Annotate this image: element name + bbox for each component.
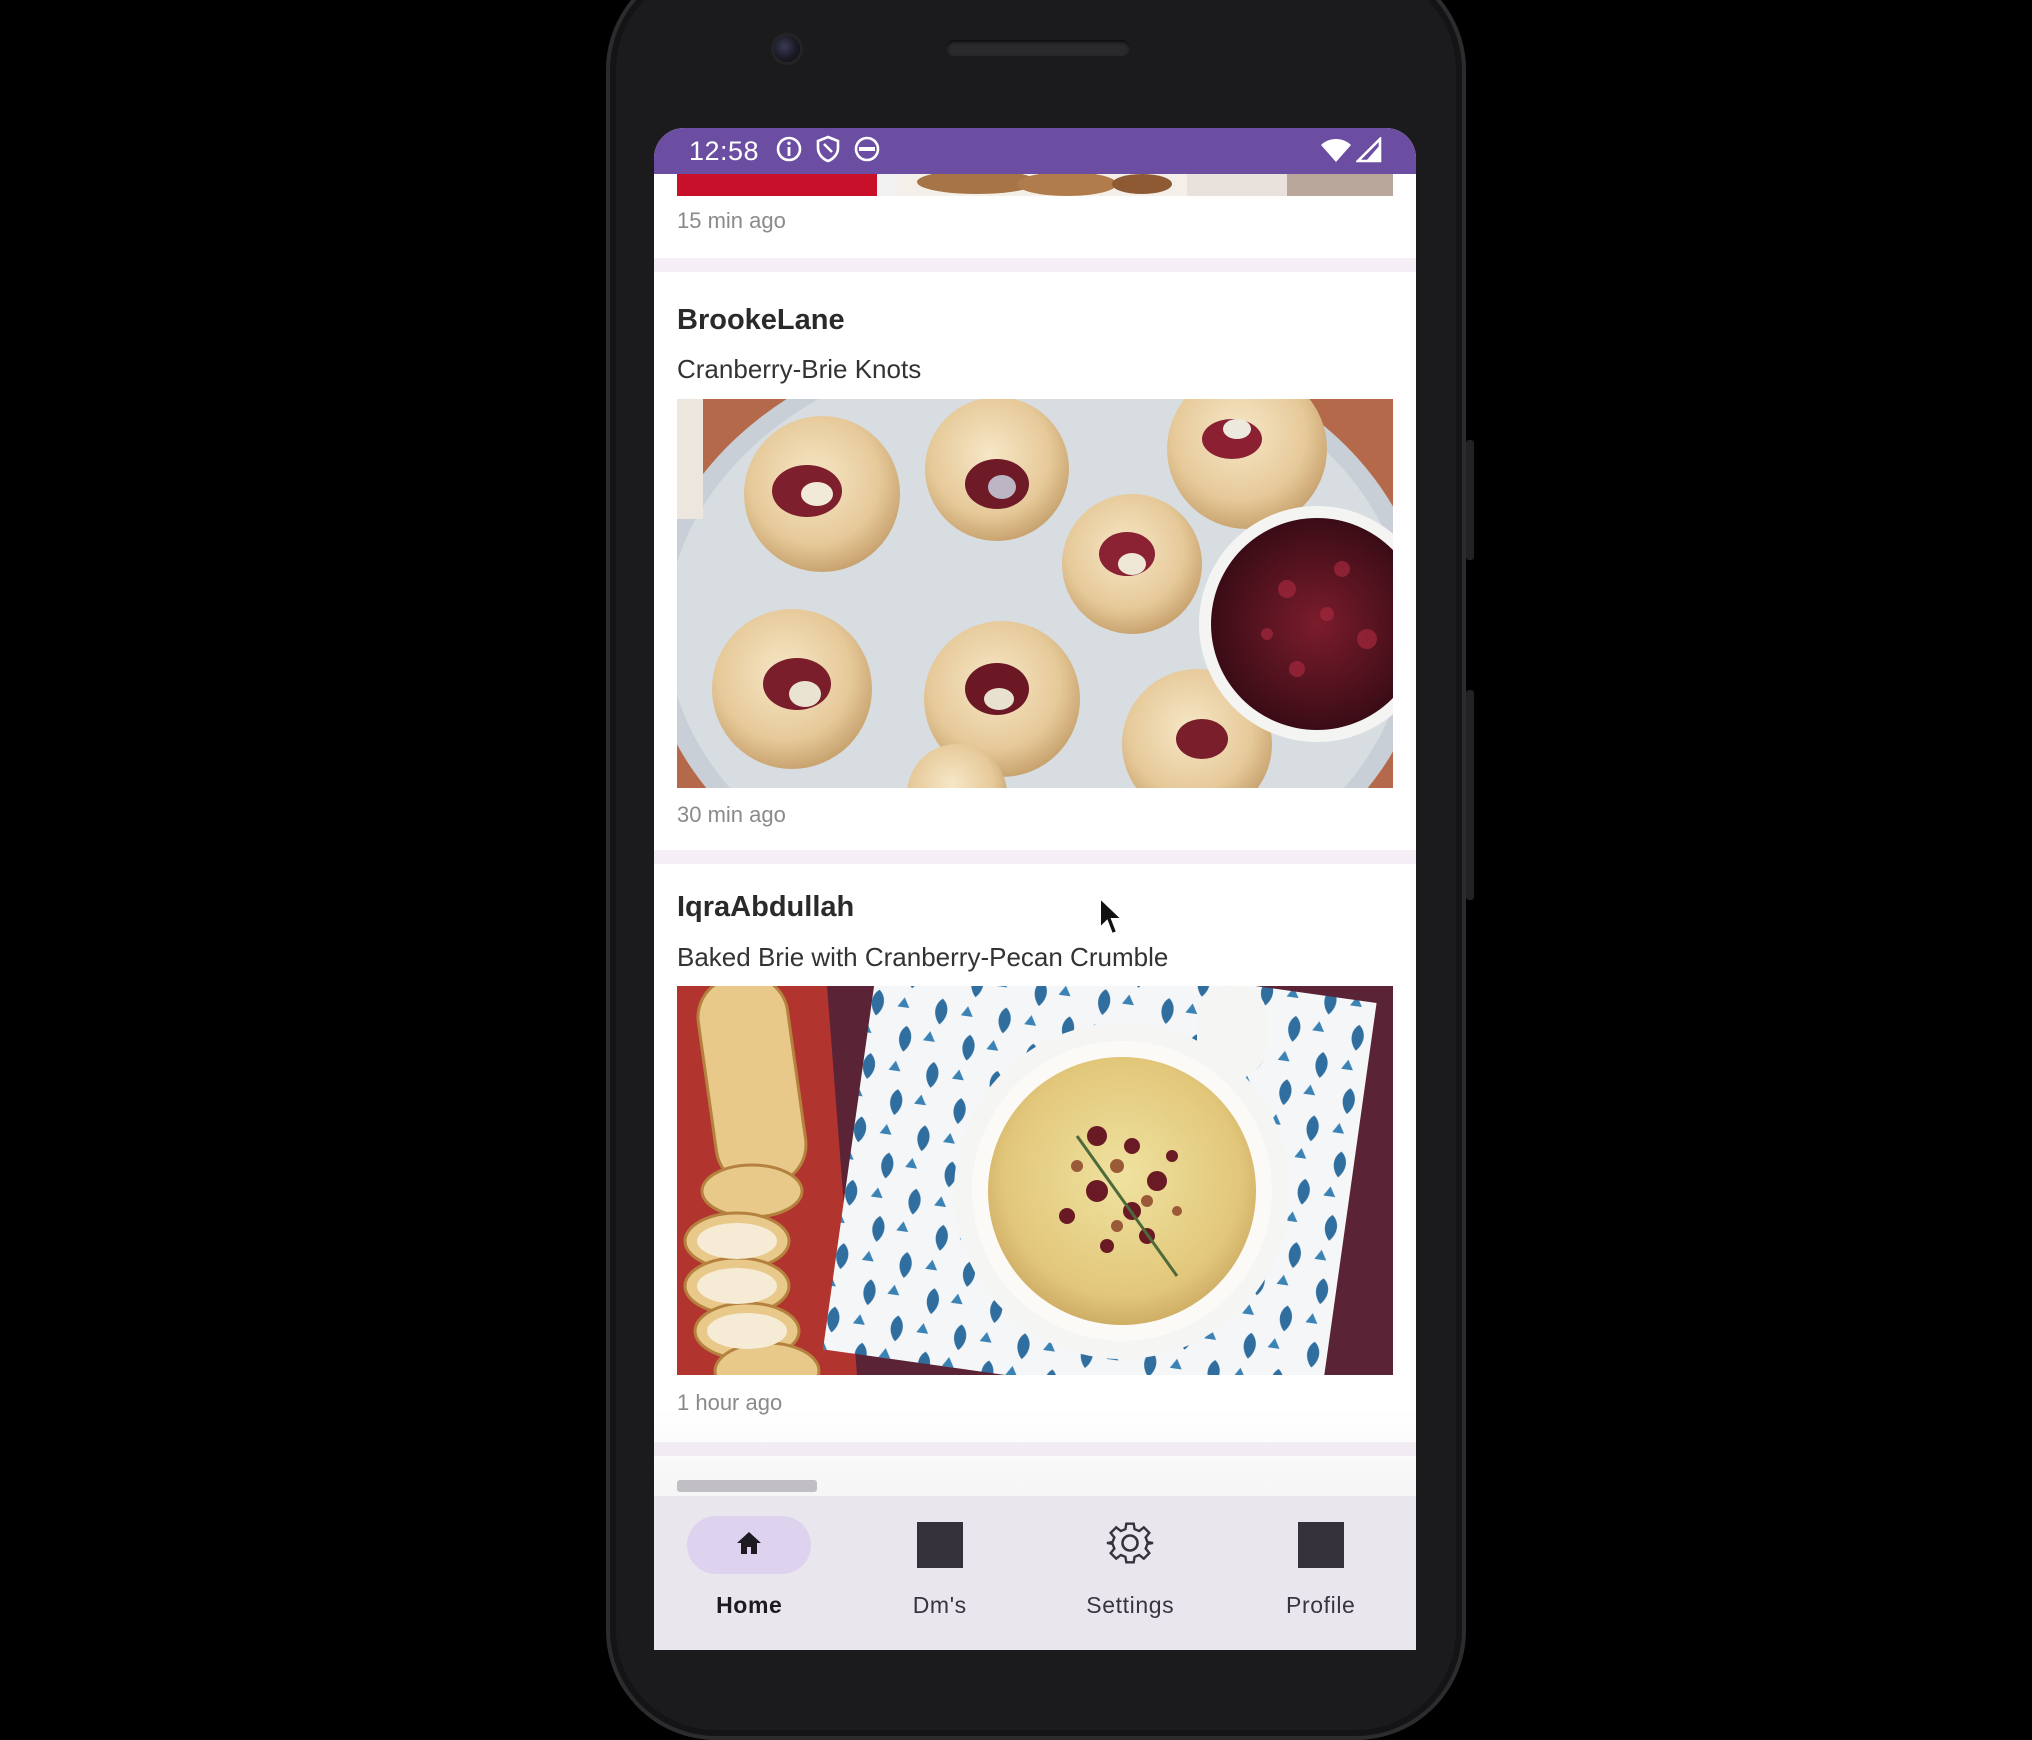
- earpiece-speaker: [946, 40, 1130, 56]
- home-icon: [735, 1530, 763, 1561]
- post-photo[interactable]: [677, 986, 1393, 1375]
- nav-profile[interactable]: Profile: [1226, 1496, 1417, 1650]
- nav-label-profile: Profile: [1286, 1592, 1356, 1618]
- nav-label-home: Home: [716, 1592, 783, 1618]
- power-button: [1466, 440, 1474, 560]
- post-divider: [654, 258, 1416, 272]
- post-title: Baked Brie with Cranberry-Pecan Crumble: [677, 942, 1169, 972]
- nav-label-dms: Dm's: [912, 1592, 967, 1618]
- status-time: 12:58: [689, 135, 760, 166]
- post-username[interactable]: IqraAbdullah: [677, 891, 854, 924]
- mouse-cursor-icon: [1098, 895, 1126, 943]
- info-icon: [775, 135, 803, 168]
- volume-button: [1466, 690, 1474, 900]
- nav-settings[interactable]: Settings: [1035, 1496, 1226, 1650]
- post-title: Cranberry-Brie Knots: [677, 354, 922, 384]
- square-icon: [1297, 1522, 1344, 1568]
- gear-icon: [1105, 1518, 1155, 1573]
- post-time: 15 min ago: [677, 208, 786, 233]
- status-bar: 12:58: [654, 128, 1416, 174]
- previous-post-card[interactable]: 15 min ago: [654, 166, 1416, 258]
- post-time: 30 min ago: [677, 802, 786, 827]
- square-icon: [916, 1522, 963, 1568]
- post-divider: [654, 1442, 1416, 1456]
- signal-icon: [1354, 135, 1382, 168]
- post-divider: [654, 850, 1416, 864]
- post-card[interactable]: BrookeLane Cranberry-Brie Knots 30 min a…: [654, 272, 1416, 850]
- nav-dms[interactable]: Dm's: [845, 1496, 1036, 1650]
- post-time: 1 hour ago: [677, 1390, 783, 1415]
- post-photo[interactable]: [677, 399, 1393, 788]
- app-icon: [853, 135, 881, 168]
- nav-label-settings: Settings: [1086, 1592, 1175, 1618]
- nav-home[interactable]: Home: [654, 1496, 845, 1650]
- wifi-icon: [1320, 137, 1352, 168]
- next-post-username-fragment: [677, 1480, 817, 1492]
- phone-screen: 12:58 15 min ago BrookeLane Cranberry-Br…: [654, 128, 1416, 1650]
- bottom-navigation: Home Dm's Settings Profile: [654, 1496, 1416, 1650]
- nav-active-indicator: [687, 1516, 812, 1574]
- post-card[interactable]: IqraAbdullah Baked Brie with Cranberry-P…: [654, 864, 1416, 1442]
- shield-icon: [815, 135, 841, 168]
- front-camera: [774, 36, 800, 62]
- post-feed[interactable]: 15 min ago BrookeLane Cranberry-Brie Kno…: [654, 166, 1416, 1650]
- post-username[interactable]: BrookeLane: [677, 304, 845, 337]
